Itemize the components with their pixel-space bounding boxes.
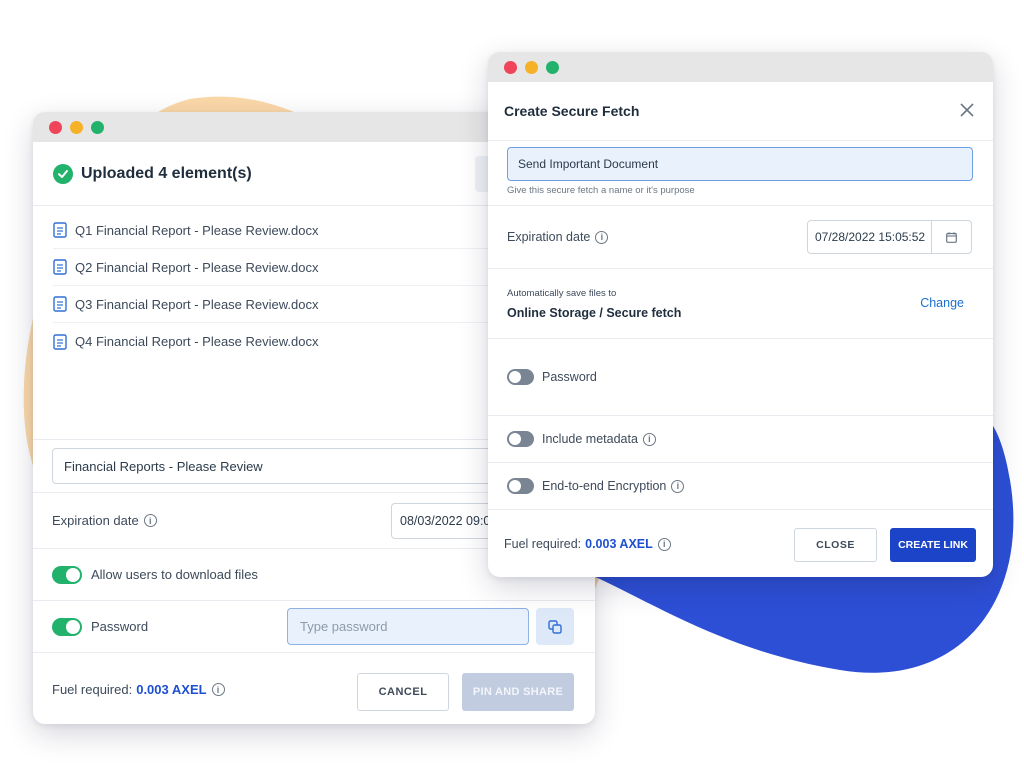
info-icon[interactable]: i <box>657 537 671 551</box>
include-metadata-toggle[interactable] <box>507 431 534 447</box>
info-icon[interactable]: i <box>211 683 225 696</box>
file-name: Q1 Financial Report - Please Review.docx <box>75 222 319 238</box>
password-row: Password Type password <box>33 600 595 652</box>
allow-download-label: Allow users to download files <box>91 567 258 582</box>
encryption-label: End-to-end Encryption <box>542 479 667 493</box>
storage-label: Automatically save files to <box>507 288 617 299</box>
storage-section: Automatically save files to Online Stora… <box>488 269 993 339</box>
window-titlebar <box>488 52 993 82</box>
expiration-label: Expiration date <box>507 230 591 244</box>
password-label: Password <box>91 619 149 634</box>
file-name: Q2 Financial Report - Please Review.docx <box>75 259 319 275</box>
metadata-row: Include metadata i <box>488 416 993 463</box>
file-name: Q3 Financial Report - Please Review.docx <box>75 296 319 312</box>
minimize-window-dot[interactable] <box>70 120 83 134</box>
info-icon[interactable]: i <box>143 514 157 527</box>
back-footer: Fuel required: 0.003 AXEL i CANCEL PIN A… <box>33 652 595 724</box>
dialog-title: Create Secure Fetch <box>504 103 640 119</box>
fuel-label: Fuel required: <box>52 682 133 697</box>
maximize-window-dot[interactable] <box>91 120 104 134</box>
fuel-label: Fuel required: <box>504 537 582 551</box>
dialog-footer: Fuel required: 0.003 AXEL i CLOSE CREATE… <box>488 510 993 577</box>
change-storage-link[interactable]: Change <box>920 296 964 310</box>
info-icon[interactable]: i <box>595 230 609 244</box>
document-icon <box>53 296 67 312</box>
expiration-date-input[interactable]: 07/28/2022 15:05:52 <box>807 220 972 254</box>
expiration-date-value: 07/28/2022 15:05:52 <box>815 230 926 244</box>
fetch-name-help: Give this secure fetch a name or it's pu… <box>507 185 695 196</box>
create-secure-fetch-window: Create Secure Fetch Send Important Docum… <box>488 52 993 577</box>
close-window-dot[interactable] <box>49 120 62 134</box>
fetch-name-input[interactable]: Send Important Document <box>507 147 973 181</box>
document-icon <box>53 222 67 238</box>
minimize-window-dot[interactable] <box>525 60 538 74</box>
encryption-row: End-to-end Encryption i <box>488 463 993 510</box>
pin-and-share-button[interactable]: PIN AND SHARE <box>462 673 574 711</box>
encryption-toggle[interactable] <box>507 478 534 494</box>
fetch-name-section: Send Important Document Give this secure… <box>488 141 993 206</box>
fuel-value: 0.003 AXEL <box>585 537 653 551</box>
include-metadata-label: Include metadata <box>542 432 638 446</box>
info-icon[interactable]: i <box>642 432 656 446</box>
copy-button[interactable] <box>536 608 574 645</box>
document-icon <box>53 259 67 275</box>
cancel-button[interactable]: CANCEL <box>357 673 449 711</box>
password-label: Password <box>542 370 597 384</box>
info-icon[interactable]: i <box>671 479 685 493</box>
close-icon[interactable] <box>959 102 975 118</box>
expiration-label: Expiration date <box>52 513 139 528</box>
create-link-button[interactable]: CREATE LINK <box>890 528 976 562</box>
password-row: Password <box>488 339 993 416</box>
maximize-window-dot[interactable] <box>546 60 559 74</box>
calendar-icon <box>946 231 957 243</box>
upload-title: Uploaded 4 element(s) <box>81 164 252 182</box>
close-button[interactable]: CLOSE <box>794 528 877 562</box>
dialog-header: Create Secure Fetch <box>488 82 993 141</box>
password-toggle[interactable] <box>52 617 82 636</box>
password-input[interactable]: Type password <box>287 608 529 645</box>
password-toggle[interactable] <box>507 369 534 385</box>
copy-icon <box>548 619 562 634</box>
file-name: Q4 Financial Report - Please Review.docx <box>75 334 319 349</box>
check-circle-icon <box>53 163 73 184</box>
calendar-button[interactable] <box>931 221 971 253</box>
close-window-dot[interactable] <box>504 60 517 74</box>
fuel-value: 0.003 AXEL <box>136 682 207 697</box>
expiration-row: Expiration date i 07/28/2022 15:05:52 <box>488 206 993 269</box>
document-icon <box>53 333 67 350</box>
storage-value: Online Storage / Secure fetch <box>507 306 682 320</box>
allow-download-toggle[interactable] <box>52 565 82 584</box>
